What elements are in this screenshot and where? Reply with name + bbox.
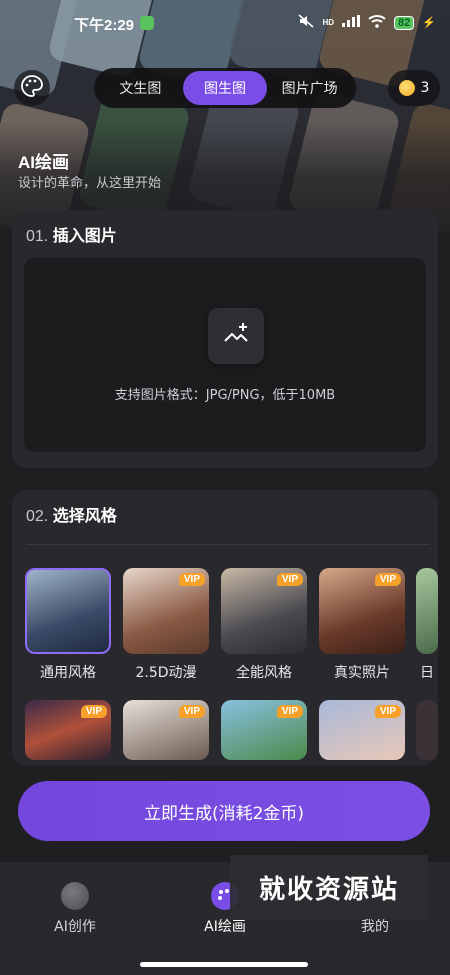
style-item-partial[interactable] — [416, 700, 438, 760]
battery-indicator: 82 — [394, 15, 415, 30]
divider — [26, 544, 430, 545]
style-thumbnail: VIP — [221, 568, 307, 654]
section-title: 插入图片 — [52, 228, 117, 245]
style-item[interactable]: VIP — [122, 700, 210, 760]
vip-badge: VIP — [178, 573, 205, 586]
mute-icon — [298, 14, 314, 31]
section-heading: 01. 插入图片 — [26, 222, 117, 246]
app-notification-icon — [140, 16, 154, 30]
section-title: 选择风格 — [52, 508, 117, 525]
vip-badge: VIP — [276, 705, 303, 718]
style-label: 通用风格 — [40, 665, 96, 681]
tab-image-plaza[interactable]: 图片广场 — [267, 71, 352, 105]
vip-badge: VIP — [374, 705, 401, 718]
style-item-partial[interactable]: 日 — [416, 568, 438, 682]
mode-tabs: 文生图 图生图 图片广场 — [94, 68, 356, 108]
watermark: 就收资源站 — [230, 855, 428, 919]
status-time: 下午2:29 — [74, 17, 135, 34]
style-item[interactable]: VIP — [24, 700, 112, 760]
coin-balance[interactable]: 3 — [388, 70, 440, 106]
style-thumbnail — [25, 568, 111, 654]
palette-icon — [20, 74, 44, 102]
network-label: HD — [322, 18, 335, 27]
style-thumbnail — [416, 568, 438, 654]
ai-create-icon — [61, 882, 89, 910]
status-bar: 下午2:29 HD 82 ⚡ — [0, 12, 450, 36]
style-thumbnail: VIP — [123, 568, 209, 654]
styles-row: VIP VIP VIP VIP — [24, 700, 438, 760]
vip-badge: VIP — [80, 705, 107, 718]
nav-label: 我的 — [361, 919, 389, 935]
upload-hint: 支持图片格式：JPG/PNG，低于10MB — [114, 388, 336, 403]
style-item-all-round[interactable]: VIP 全能风格 — [220, 568, 308, 682]
style-label: 全能风格 — [236, 665, 292, 681]
style-thumbnail — [416, 700, 438, 760]
tab-image-to-image[interactable]: 图生图 — [182, 71, 268, 105]
add-image-icon — [222, 321, 250, 351]
nav-label: AI创作 — [54, 919, 96, 935]
section-number: 01. — [26, 228, 49, 245]
page-subtitle: 设计的革命，从这里开始 — [18, 176, 162, 191]
page-title: AI绘画 — [18, 153, 69, 172]
vip-badge: VIP — [178, 705, 205, 718]
style-thumbnail: VIP — [319, 568, 405, 654]
nav-ai-create[interactable]: AI创作 — [30, 882, 120, 936]
style-thumbnail: VIP — [319, 700, 405, 760]
coin-count: 3 — [420, 80, 430, 96]
style-label: 真实照片 — [334, 665, 390, 681]
signal-icon — [342, 15, 361, 30]
status-right: HD 82 ⚡ — [298, 14, 436, 31]
wifi-icon — [368, 14, 386, 31]
insert-image-card: 01. 插入图片 支持图片格式：JPG/PNG，低于10MB — [12, 210, 438, 468]
style-item[interactable]: VIP — [318, 700, 406, 760]
style-label: 日 — [420, 665, 434, 681]
nav-label: AI绘画 — [204, 919, 246, 935]
generate-button[interactable]: 立即生成(消耗2金币) — [18, 781, 430, 841]
style-label: 2.5D动漫 — [135, 665, 197, 681]
tab-text-to-image[interactable]: 文生图 — [98, 71, 183, 105]
style-item-25d-anime[interactable]: VIP 2.5D动漫 — [122, 568, 210, 682]
style-thumbnail: VIP — [25, 700, 111, 760]
select-style-card: 02. 选择风格 通用风格 VIP 2.5D动漫 VIP 全能风格 VIP 真实… — [12, 490, 438, 765]
coin-icon — [398, 80, 415, 96]
style-item[interactable]: VIP — [220, 700, 308, 760]
add-image-button[interactable] — [208, 308, 264, 364]
section-heading: 02. 选择风格 — [26, 502, 117, 526]
section-number: 02. — [26, 508, 49, 525]
charging-icon: ⚡ — [422, 17, 436, 29]
home-indicator — [140, 962, 308, 967]
style-item-real-photo[interactable]: VIP 真实照片 — [318, 568, 406, 682]
vip-badge: VIP — [276, 573, 303, 586]
style-thumbnail: VIP — [123, 700, 209, 760]
palette-button[interactable] — [14, 70, 50, 106]
vip-badge: VIP — [374, 573, 401, 586]
style-item-general[interactable]: 通用风格 — [24, 568, 112, 682]
style-thumbnail: VIP — [221, 700, 307, 760]
upload-area[interactable]: 支持图片格式：JPG/PNG，低于10MB — [24, 258, 426, 452]
styles-row: 通用风格 VIP 2.5D动漫 VIP 全能风格 VIP 真实照片 日 — [24, 568, 438, 682]
